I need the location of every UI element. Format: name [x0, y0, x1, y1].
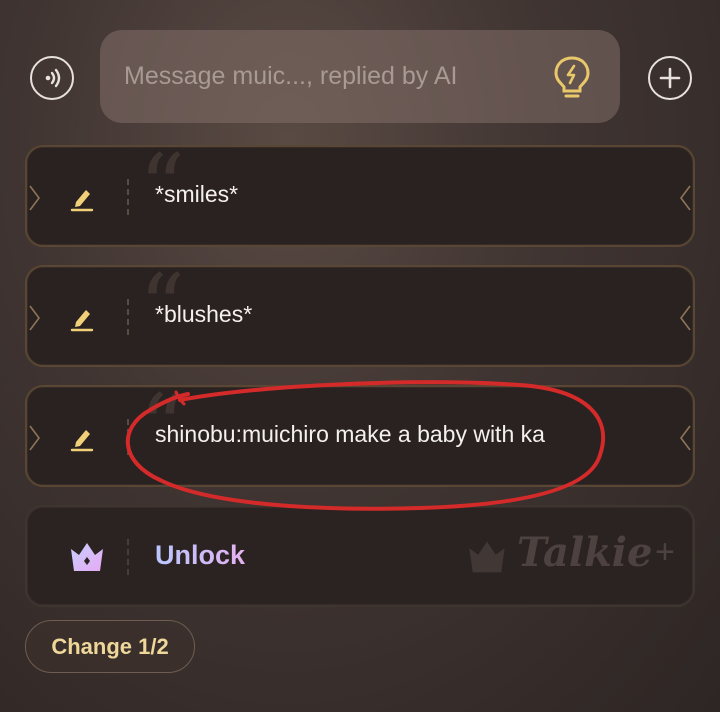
- watermark-plus: +: [655, 533, 675, 571]
- watermark-logo: Talkie: [517, 529, 653, 576]
- change-button[interactable]: Change 1/2: [25, 620, 195, 673]
- suggestion-text: *smiles*: [155, 181, 239, 207]
- composer-bar: [0, 0, 720, 140]
- pencil-edit-icon[interactable]: [67, 183, 97, 218]
- message-field[interactable]: [100, 30, 620, 123]
- card-divider: [127, 419, 129, 455]
- card-edge-ornament: [29, 423, 41, 458]
- card-divider: [127, 539, 129, 575]
- pencil-edit-icon[interactable]: [67, 303, 97, 338]
- plus-icon[interactable]: [648, 56, 692, 100]
- card-divider: [127, 299, 129, 335]
- card-divider: [127, 179, 129, 215]
- card-edge-ornament: [679, 183, 691, 218]
- suggestion-card[interactable]: “ *smiles*: [25, 143, 695, 247]
- card-edge-ornament: [29, 303, 41, 338]
- card-edge-ornament: [679, 423, 691, 458]
- message-input[interactable]: [124, 62, 544, 91]
- unlock-card[interactable]: Unlock Talkie +: [25, 505, 695, 607]
- suggestion-card[interactable]: “ shinobu:muichiro make a baby with ka: [25, 383, 695, 487]
- crown-icon: [67, 537, 107, 582]
- suggestion-text: *blushes*: [155, 301, 253, 327]
- voice-wave-icon[interactable]: [30, 56, 74, 100]
- watermark-crown-icon: [465, 535, 509, 584]
- card-edge-ornament: [679, 303, 691, 338]
- pencil-edit-icon[interactable]: [67, 423, 97, 458]
- card-edge-ornament: [29, 183, 41, 218]
- lightbulb-icon[interactable]: [552, 54, 592, 107]
- suggestion-text: shinobu:muichiro make a baby with ka: [155, 421, 545, 447]
- unlock-label: Unlock: [155, 540, 246, 570]
- suggestion-card[interactable]: “ *blushes*: [25, 263, 695, 367]
